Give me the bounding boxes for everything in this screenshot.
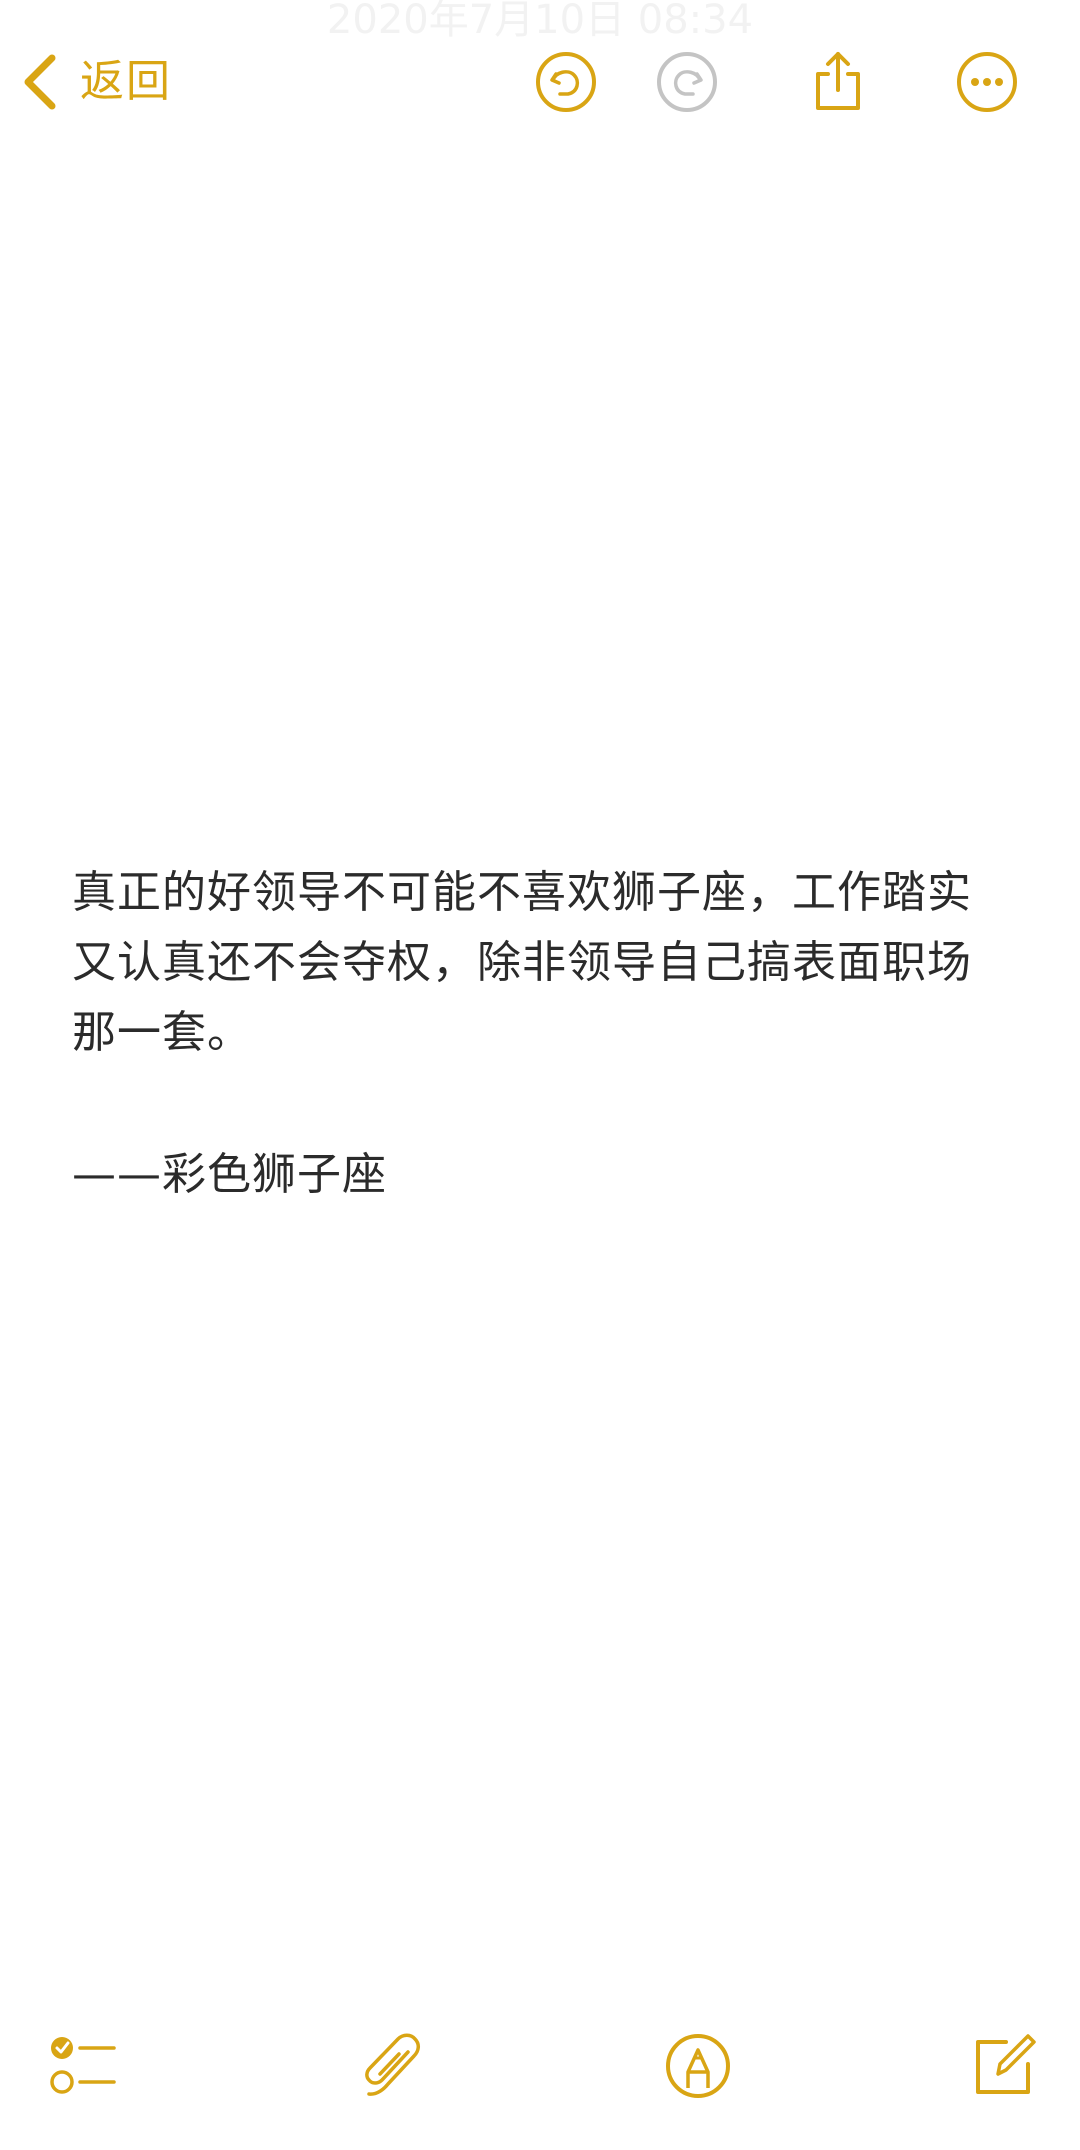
header-date: 2020年7月10日 08:34 [326, 0, 754, 43]
checklist-button[interactable] [48, 2030, 120, 2102]
attachment-button[interactable] [356, 2030, 428, 2102]
back-button[interactable]: 返回 [18, 50, 172, 114]
attachment-icon [365, 2033, 420, 2096]
markup-icon [666, 2034, 730, 2098]
chevron-left-icon [24, 54, 56, 110]
redo-icon [657, 52, 717, 112]
undo-button[interactable] [534, 50, 598, 114]
share-button[interactable] [806, 50, 870, 114]
undo-icon [536, 52, 596, 112]
note-signature: ——彩色狮子座 [72, 1149, 387, 1200]
back-label: 返回 [80, 56, 172, 107]
redo-button[interactable] [655, 50, 719, 114]
bottom-toolbar [0, 2030, 1080, 2110]
compose-icon [976, 2034, 1036, 2094]
more-button[interactable] [955, 50, 1019, 114]
note-body[interactable]: 真正的好领导不可能不喜欢狮子座，工作踏实又认真还不会夺权，除非领导自己搞表面职场… [72, 858, 1012, 1210]
note-paragraph: 真正的好领导不可能不喜欢狮子座，工作踏实又认真还不会夺权，除非领导自己搞表面职场… [72, 867, 972, 1058]
markup-button[interactable] [662, 2030, 734, 2102]
more-icon [957, 52, 1017, 112]
checklist-icon [50, 2037, 116, 2094]
compose-button[interactable] [968, 2030, 1040, 2102]
share-icon [816, 52, 860, 110]
top-toolbar: 2020年7月10日 08:34 返回 [0, 0, 1080, 170]
